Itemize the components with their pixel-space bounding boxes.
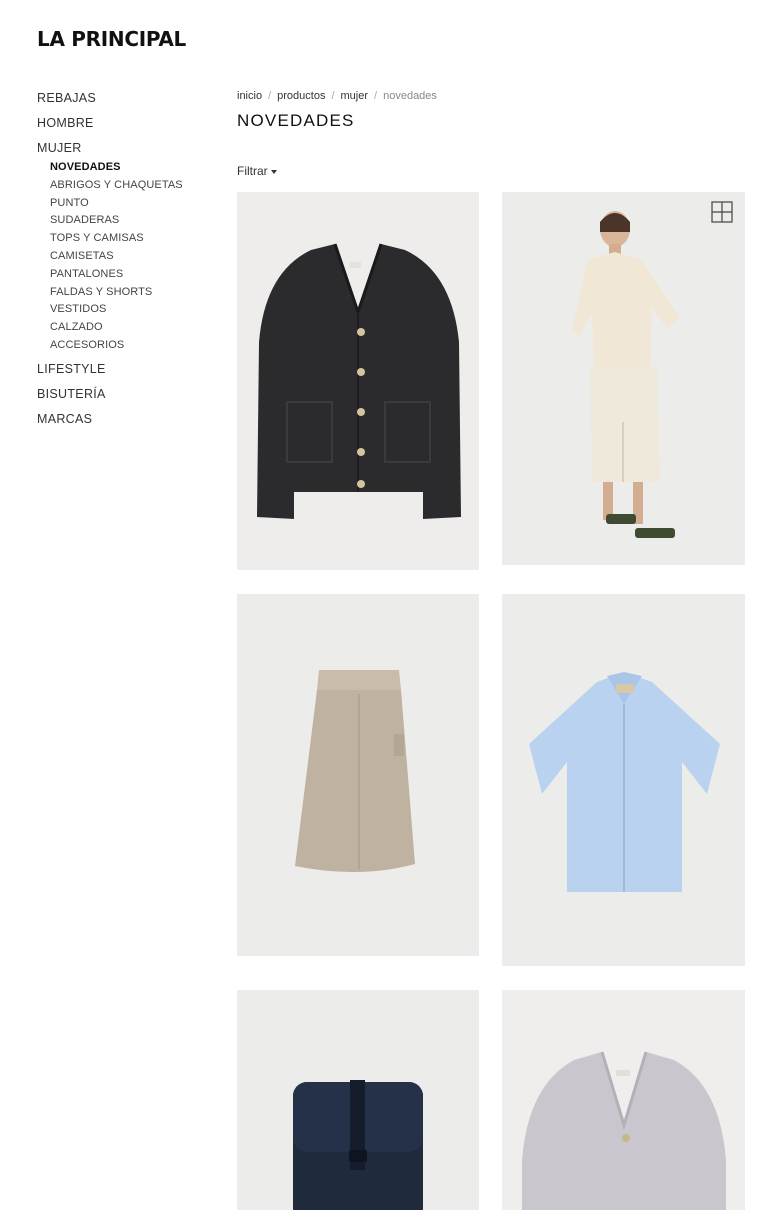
breadcrumb: inicio / productos / mujer / novedades [237, 90, 437, 102]
submenu-item-accesorios[interactable]: ACCESORIOS [50, 337, 227, 355]
product-card[interactable] [237, 990, 479, 1210]
black-knit-cardigan-icon [237, 192, 479, 570]
caret-down-icon [270, 169, 277, 174]
breadcrumb-separator: / [268, 90, 272, 102]
page-title: NOVEDADES [237, 111, 355, 130]
model-cream-shirt-skirt-icon [502, 192, 745, 565]
sidebar-item-rebajas[interactable]: REBAJAS [37, 90, 227, 115]
navy-backpack-icon [237, 990, 479, 1210]
breadcrumb-separator: / [374, 90, 378, 102]
breadcrumb-separator: / [331, 90, 335, 102]
submenu-item-camisetas[interactable]: CAMISETAS [50, 248, 227, 266]
sidebar-item-hombre[interactable]: HOMBRE [37, 115, 227, 140]
product-card[interactable] [502, 990, 745, 1210]
submenu-item-novedades[interactable]: NOVEDADES [50, 159, 227, 177]
sidebar-item-marcas[interactable]: MARCAS [37, 411, 227, 436]
breadcrumb-inicio[interactable]: inicio [237, 90, 262, 102]
filter-dropdown[interactable]: Filtrar [237, 164, 277, 178]
product-card[interactable] [502, 192, 745, 565]
breadcrumb-productos[interactable]: productos [277, 90, 325, 102]
mujer-submenu: NOVEDADES ABRIGOS Y CHAQUETAS PUNTO SUDA… [37, 159, 227, 355]
submenu-item-sudaderas[interactable]: SUDADERAS [50, 212, 227, 230]
site-logo[interactable]: LA PRINCIPAL [37, 27, 186, 51]
submenu-item-pantalones[interactable]: PANTALONES [50, 266, 227, 284]
sidebar-nav: REBAJAS HOMBRE MUJER NOVEDADES ABRIGOS Y… [37, 90, 227, 436]
submenu-item-faldas[interactable]: FALDAS Y SHORTS [50, 284, 227, 302]
breadcrumb-mujer[interactable]: mujer [341, 90, 369, 102]
sidebar-item-bisuteria[interactable]: BISUTERÍA [37, 386, 227, 411]
grey-knit-cardigan-icon [502, 990, 745, 1210]
sidebar-item-lifestyle[interactable]: LIFESTYLE [37, 361, 227, 386]
beige-midi-skirt-icon [237, 594, 479, 956]
product-card[interactable] [502, 594, 745, 966]
filter-label: Filtrar [237, 164, 268, 178]
submenu-item-abrigos[interactable]: ABRIGOS Y CHAQUETAS [50, 177, 227, 195]
breadcrumb-current: novedades [383, 90, 437, 102]
product-card[interactable] [237, 594, 479, 956]
product-card[interactable] [237, 192, 479, 570]
submenu-item-tops[interactable]: TOPS Y CAMISAS [50, 230, 227, 248]
submenu-item-vestidos[interactable]: VESTIDOS [50, 301, 227, 319]
light-blue-shirt-icon [502, 594, 745, 966]
submenu-item-punto[interactable]: PUNTO [50, 195, 227, 213]
submenu-item-calzado[interactable]: CALZADO [50, 319, 227, 337]
